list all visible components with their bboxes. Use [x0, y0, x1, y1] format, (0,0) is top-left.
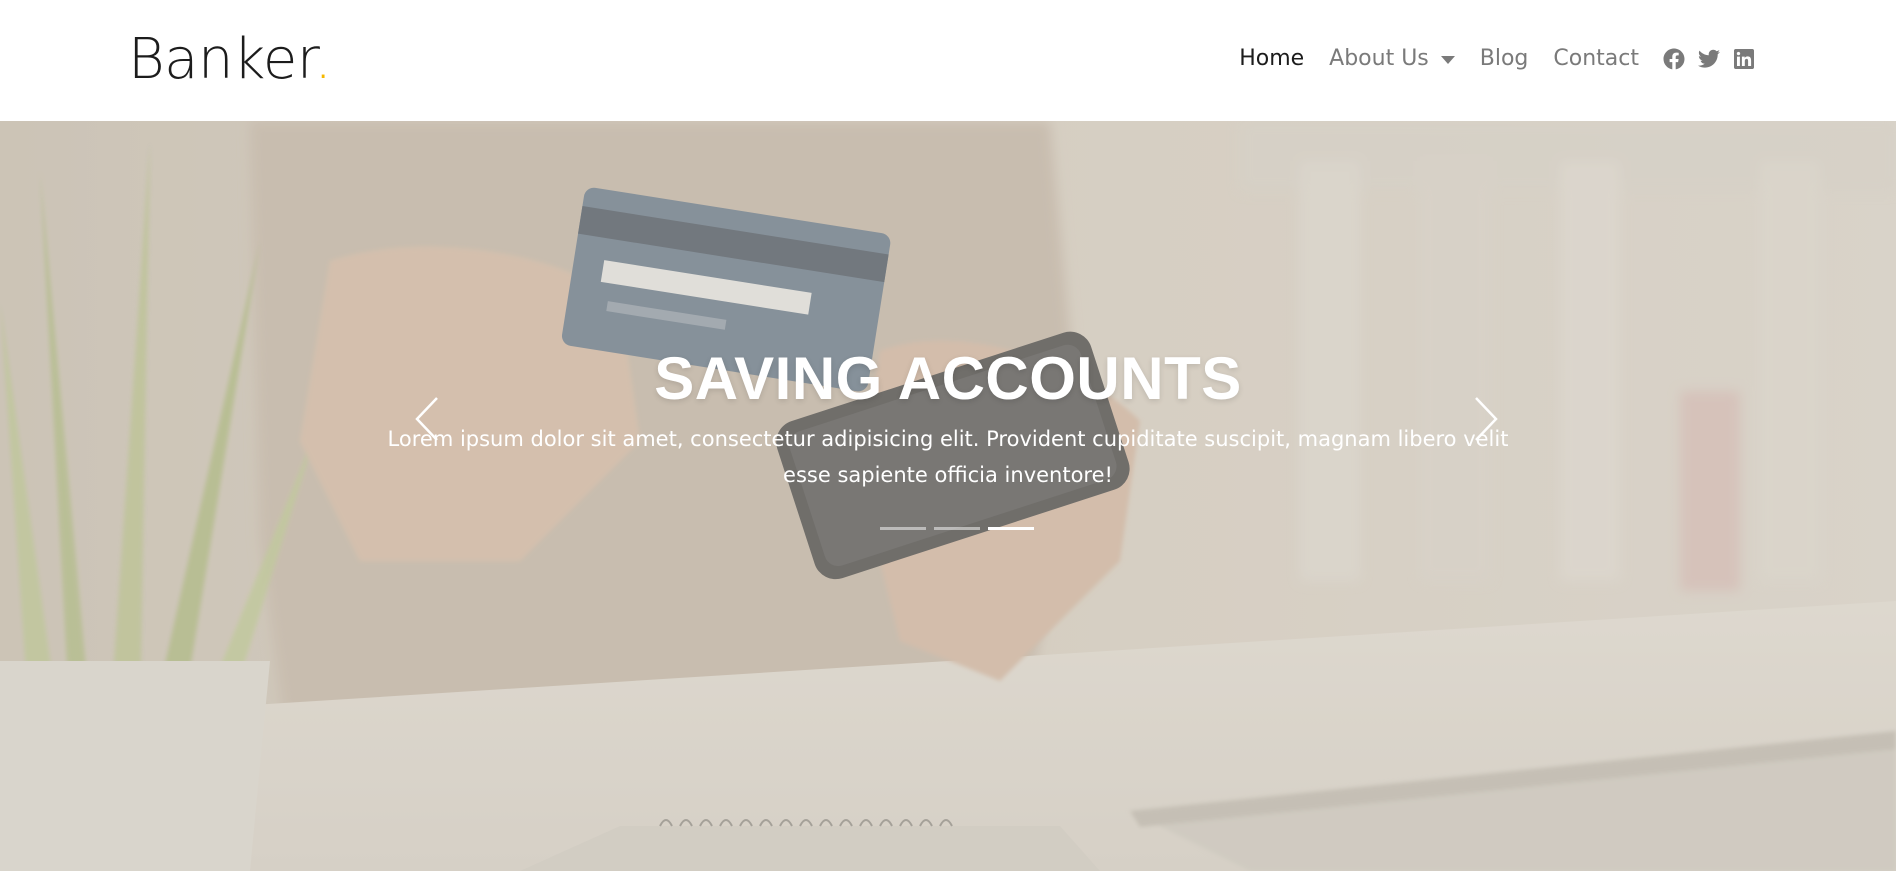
nav-blog-link[interactable]: Blog [1480, 42, 1529, 76]
carousel-indicator-3[interactable] [988, 527, 1034, 530]
nav-about-label: About Us [1329, 46, 1429, 71]
hero-text: Lorem ipsum dolor sit amet, consectetur … [387, 427, 1509, 487]
carousel-indicator-1[interactable] [880, 527, 926, 530]
facebook-icon[interactable] [1662, 47, 1686, 71]
caret-down-icon [1440, 56, 1455, 64]
brand-logo[interactable]: Banker. [128, 26, 332, 94]
main-nav: Home About Us Blog Contact [1239, 42, 1756, 76]
navbar: Banker. Home About Us Blog Contact [0, 0, 1896, 121]
nav-contact-link[interactable]: Contact [1553, 42, 1639, 76]
nav-about-dropdown[interactable]: About Us [1329, 42, 1455, 76]
brand-dot: . [314, 27, 332, 92]
carousel-next-button[interactable] [1462, 389, 1510, 449]
chevron-right-icon [1475, 397, 1498, 441]
linkedin-icon[interactable] [1732, 47, 1756, 71]
hero-carousel: SAVING ACCOUNTS Lorem ipsum dolor sit am… [0, 121, 1896, 871]
carousel-caption: SAVING ACCOUNTS Lorem ipsum dolor sit am… [348, 343, 1548, 493]
brand-name: Banker [128, 27, 315, 92]
social-links [1651, 47, 1756, 71]
twitter-icon[interactable] [1697, 47, 1721, 71]
hero-title: SAVING ACCOUNTS [654, 345, 1242, 412]
carousel-indicator-2[interactable] [934, 527, 980, 530]
nav-home-link[interactable]: Home [1239, 42, 1304, 76]
carousel-indicators [880, 527, 1042, 530]
hero-overlay [0, 121, 1896, 871]
